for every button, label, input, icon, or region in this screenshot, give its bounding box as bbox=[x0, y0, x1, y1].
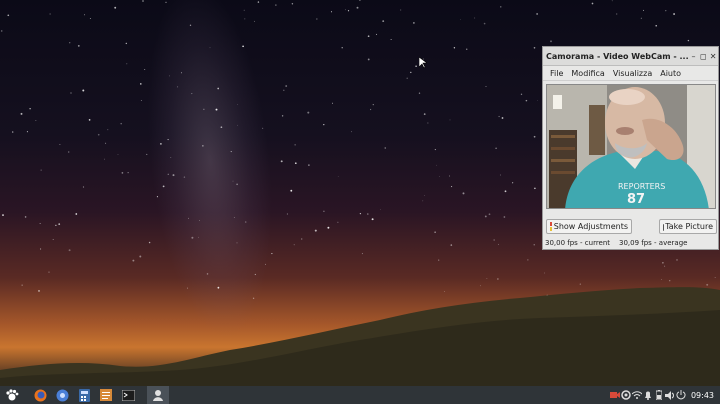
show-adjustments-label: Show Adjustments bbox=[553, 222, 628, 231]
wifi-icon[interactable] bbox=[632, 388, 643, 402]
terminal-icon[interactable] bbox=[119, 387, 137, 403]
notification-icon[interactable] bbox=[643, 388, 654, 402]
battery-icon[interactable] bbox=[654, 388, 665, 402]
system-tray: 09:43 bbox=[610, 386, 720, 404]
window-title: Camorama - Video WebCam - ... bbox=[546, 51, 689, 61]
camorama-taskbar-icon[interactable] bbox=[147, 386, 169, 404]
shirt-text-line1: REPORTERS bbox=[618, 182, 665, 191]
status-bar: 30,00 fps - current 30,09 fps - average bbox=[543, 237, 718, 249]
take-picture-label: Take Picture bbox=[665, 222, 713, 231]
firefox-icon[interactable] bbox=[31, 387, 49, 403]
adjustments-icon bbox=[550, 222, 552, 231]
menu-file[interactable]: File bbox=[546, 69, 567, 78]
mouse-cursor-icon bbox=[419, 57, 427, 69]
shirt-text-line2: 87 bbox=[627, 192, 645, 207]
settings-icon[interactable] bbox=[621, 388, 632, 402]
fps-average: 30,09 fps - average bbox=[619, 239, 688, 247]
show-adjustments-button[interactable]: Show Adjustments bbox=[546, 219, 632, 234]
menu-paw-icon[interactable] bbox=[3, 387, 21, 403]
hills bbox=[0, 287, 720, 386]
maximize-button[interactable]: ◻ bbox=[698, 48, 708, 65]
title-bar[interactable]: Camorama - Video WebCam - ... – ◻ ✕ bbox=[543, 47, 718, 66]
clock[interactable]: 09:43 bbox=[687, 391, 720, 400]
menu-modifica[interactable]: Modifica bbox=[567, 69, 608, 78]
minimize-button[interactable]: – bbox=[689, 48, 699, 65]
webcam-icon[interactable] bbox=[610, 388, 621, 402]
webcam-video-feed: REPORTERS 87 bbox=[546, 84, 716, 209]
menu-bar: File Modifica Visualizza Aiuto bbox=[543, 66, 718, 81]
close-button[interactable]: ✕ bbox=[708, 48, 718, 65]
menu-visualizza[interactable]: Visualizza bbox=[609, 69, 656, 78]
menu-aiuto[interactable]: Aiuto bbox=[656, 69, 685, 78]
volume-icon[interactable] bbox=[665, 388, 676, 402]
camorama-window[interactable]: Camorama - Video WebCam - ... – ◻ ✕ File… bbox=[542, 46, 719, 250]
power-icon[interactable] bbox=[676, 388, 687, 402]
take-picture-button[interactable]: Take Picture bbox=[659, 219, 717, 234]
text-editor-icon[interactable] bbox=[97, 387, 115, 403]
calculator-icon[interactable] bbox=[75, 387, 93, 403]
fps-current: 30,00 fps - current bbox=[545, 239, 611, 247]
taskbar: 09:43 bbox=[0, 386, 720, 404]
chromium-icon[interactable] bbox=[53, 387, 71, 403]
